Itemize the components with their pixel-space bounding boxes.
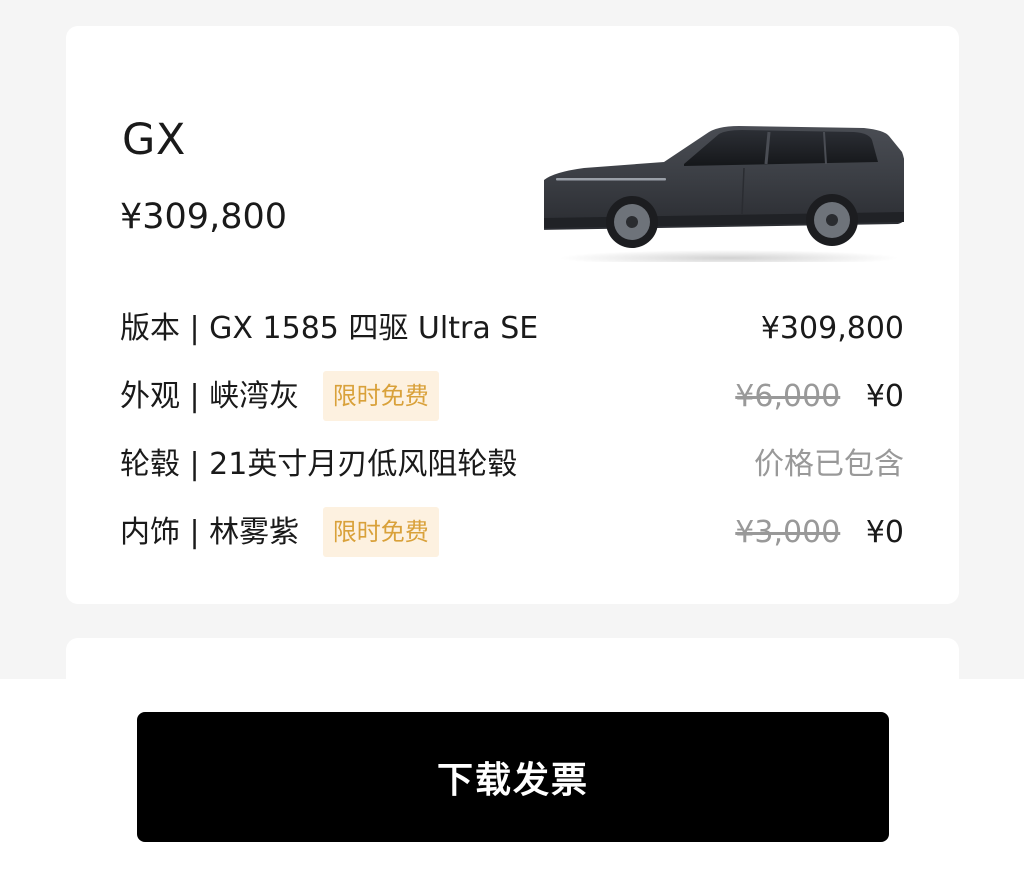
model-name: GX — [122, 115, 186, 165]
config-row-label-text: 外观 | 峡湾灰 — [120, 379, 300, 414]
order-summary-card: GX ¥309,800 版本 | GX 1585 四驱 Ultra SE ¥30… — [66, 26, 959, 604]
config-row-interior: 内饰 | 林雾紫 限时免费 ¥3,000 ¥0 — [120, 506, 904, 559]
limited-free-badge: 限时免费 — [322, 506, 439, 557]
config-row-price: ¥6,000 ¥0 — [735, 372, 904, 422]
download-invoice-button[interactable]: 下载发票 — [137, 712, 889, 842]
model-total-price: ¥309,800 — [120, 197, 288, 237]
limited-free-badge: 限时免费 — [322, 370, 439, 421]
original-price: ¥3,000 — [735, 515, 841, 550]
config-row-price: ¥309,800 — [761, 304, 904, 354]
config-row-label: 版本 | GX 1585 四驱 Ultra SE — [120, 311, 539, 346]
config-row-label: 内饰 | 林雾紫 限时免费 — [120, 506, 439, 559]
config-row-exterior: 外观 | 峡湾灰 限时免费 ¥6,000 ¥0 — [120, 370, 904, 423]
config-row-price: ¥3,000 ¥0 — [735, 508, 904, 558]
car-image — [524, 122, 906, 266]
price-value: ¥309,800 — [760, 311, 904, 346]
config-row-label-text: 内饰 | 林雾紫 — [120, 515, 300, 550]
config-row-label: 外观 | 峡湾灰 限时免费 — [120, 370, 439, 423]
price-included-note: 价格已包含 — [754, 447, 904, 482]
config-row-wheels: 轮毂 | 21英寸月刃低风阻轮毂 价格已包含 — [120, 440, 904, 490]
price-value: ¥0 — [865, 379, 904, 414]
config-row-label: 轮毂 | 21英寸月刃低风阻轮毂 — [120, 447, 518, 482]
original-price: ¥6,000 — [735, 379, 841, 414]
config-row-version: 版本 | GX 1585 四驱 Ultra SE ¥309,800 — [120, 304, 904, 354]
price-value: ¥0 — [865, 515, 904, 550]
config-row-price: 价格已包含 — [754, 440, 904, 490]
